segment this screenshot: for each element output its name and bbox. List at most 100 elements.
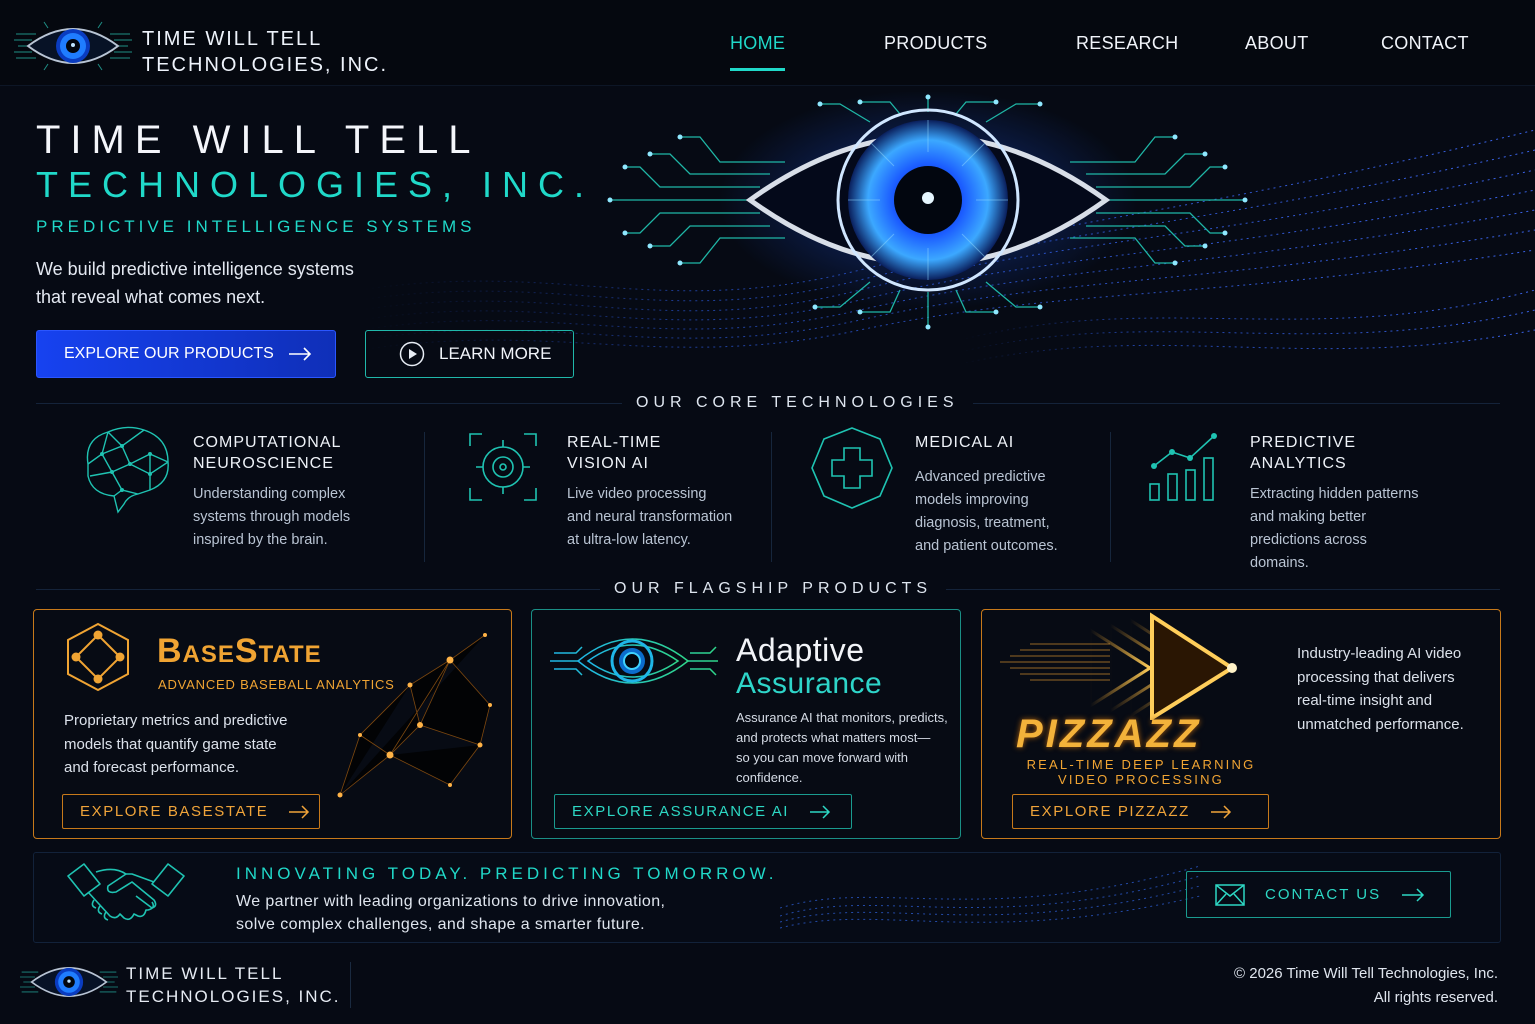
card-desc-line: confidence. (736, 770, 803, 785)
adaptive-logo-line-1: Adaptive (736, 632, 865, 668)
basestate-logo: BaseState (157, 632, 322, 670)
products-section-title: OUR FLAGSHIP PRODUCTS (600, 580, 947, 598)
card-desc-line: models that quantify game state (64, 735, 277, 753)
tech-title-line: VISION AI (567, 455, 649, 472)
nav-research[interactable]: RESEARCH (1076, 33, 1178, 54)
tech-divider (1110, 432, 1111, 562)
tech-desc-line: Understanding complex (193, 486, 346, 502)
tech-desc-line: at ultra-low latency. (567, 532, 691, 548)
footer-divider (350, 962, 351, 1008)
tech-desc-vision: Live video processing and neural transfo… (567, 483, 732, 552)
fast-forward-play-icon (1000, 612, 1237, 720)
explore-pizzazz-label: EXPLORE PIZZAZZ (1030, 803, 1190, 820)
pizzazz-subtitle-line-1: REAL-TIME DEEP LEARNING (1026, 757, 1256, 772)
tech-desc-medical: Advanced predictive models improving dia… (915, 466, 1058, 558)
handshake-icon (67, 863, 185, 921)
footer-copyright: © 2026 Time Will Tell Technologies, Inc.… (1234, 962, 1498, 1010)
band-title: INNOVATING TODAY. PREDICTING TOMORROW. (236, 864, 778, 883)
tech-title-neuroscience: COMPUTATIONAL NEUROSCIENCE (193, 432, 341, 474)
hero-tagline: PREDICTIVE INTELLIGENCE SYSTEMS (36, 217, 476, 236)
pizzazz-subtitle-line-2: VIDEO PROCESSING (1058, 772, 1224, 787)
nav-home[interactable]: HOME (730, 33, 785, 54)
mail-icon (1215, 883, 1245, 906)
tech-desc-line: domains. (1250, 555, 1309, 571)
arrow-right-icon (1210, 804, 1231, 819)
explore-products-label: EXPLORE OUR PRODUCTS (64, 345, 274, 362)
hero-title-line-2: TECHNOLOGIES, INC. (36, 164, 595, 205)
hero-description-line-2: that reveal what comes next. (36, 287, 266, 307)
learn-more-label: LEARN MORE (439, 344, 552, 363)
tech-title-vision: REAL-TIME VISION AI (567, 432, 661, 474)
target-icon (469, 433, 537, 501)
brand-line-2: TECHNOLOGIES, INC. (142, 54, 389, 76)
footer-brand-line-1: TIME WILL TELL (126, 964, 284, 983)
tech-desc-line: systems through models (193, 509, 351, 525)
tech-desc-line: Advanced predictive (915, 469, 1046, 485)
company-logo[interactable] (14, 16, 132, 81)
explore-assurance-button[interactable]: EXPLORE ASSURANCE AI (554, 794, 852, 829)
hero-description-line-1: We build predictive intelligence systems (36, 259, 354, 279)
hero-title-line-1: TIME WILL TELL (36, 118, 481, 162)
tech-title-line: PREDICTIVE (1250, 434, 1357, 451)
nav-products[interactable]: PRODUCTS (884, 33, 987, 54)
band-description: We partner with leading organizations to… (236, 890, 665, 936)
tech-desc-line: and neural transformation (567, 509, 733, 525)
tech-desc-line: and patient outcomes. (915, 538, 1058, 554)
learn-more-button[interactable]: LEARN MORE (365, 330, 574, 378)
nav-about[interactable]: ABOUT (1245, 33, 1309, 54)
tech-desc-line: and making better (1250, 509, 1367, 525)
core-section-title: OUR CORE TECHNOLOGIES (622, 394, 973, 412)
card-desc-line: processing that delivers (1297, 668, 1455, 686)
eye-logo-icon (14, 21, 132, 71)
tech-title-medical: MEDICAL AI (915, 434, 1015, 451)
pizzazz-subtitle: REAL-TIME DEEP LEARNING VIDEO PROCESSING (1016, 757, 1266, 787)
band-particle-waves (780, 865, 1200, 929)
card-desc-line: and forecast performance. (64, 759, 240, 776)
adaptive-description: Assurance AI that monitors, predicts, an… (736, 708, 948, 788)
explore-basestate-button[interactable]: EXPLORE BASESTATE (62, 794, 320, 829)
active-nav-indicator (730, 68, 785, 71)
footer-eye-logo-icon (20, 967, 118, 997)
hero-eye-illustration (607, 92, 1248, 330)
card-desc-line: Proprietary metrics and predictive (64, 712, 288, 729)
tech-desc-line: Live video processing (567, 486, 707, 502)
explore-basestate-label: EXPLORE BASESTATE (80, 803, 269, 820)
contact-us-label: CONTACT US (1265, 886, 1382, 903)
tech-desc-neuroscience: Understanding complex systems through mo… (193, 483, 350, 552)
card-desc-line: so you can move forward with (736, 750, 908, 765)
contact-us-button[interactable]: CONTACT US (1186, 871, 1451, 918)
constellation-graphic (337, 633, 492, 798)
bar-chart-icon (1149, 433, 1217, 501)
arrow-right-icon (289, 804, 310, 819)
tech-desc-line: predictions across (1250, 532, 1367, 548)
pizzazz-logo: PIZZAZZ (1016, 712, 1202, 756)
tech-divider (771, 432, 772, 562)
tech-title-line: NEUROSCIENCE (193, 455, 334, 472)
band-description-line-1: We partner with leading organizations to… (236, 893, 666, 910)
play-circle-icon (399, 341, 425, 367)
baseball-diamond-icon (67, 622, 129, 692)
basestate-subtitle: ADVANCED BASEBALL ANALYTICS (158, 677, 395, 692)
rights-text: All rights reserved. (1373, 989, 1498, 1006)
brand-name[interactable]: TIME WILL TELL TECHNOLOGIES, INC. (142, 26, 388, 78)
card-desc-line: Industry-leading AI video (1297, 645, 1462, 662)
card-desc-line: and protects what matters most— (736, 730, 931, 745)
medical-cross-icon (811, 427, 893, 509)
explore-products-button[interactable]: EXPLORE OUR PRODUCTS (36, 330, 336, 378)
tech-title-analytics: PREDICTIVE ANALYTICS (1250, 432, 1356, 474)
card-desc-line: real-time insight and (1297, 692, 1433, 709)
explore-pizzazz-button[interactable]: EXPLORE PIZZAZZ (1012, 794, 1269, 829)
pizzazz-description: Industry-leading AI video processing tha… (1297, 642, 1464, 736)
arrow-right-icon (288, 347, 311, 361)
tech-desc-line: models improving (915, 492, 1029, 508)
tech-desc-line: Extracting hidden patterns (1250, 486, 1419, 502)
nav-contact[interactable]: CONTACT (1381, 33, 1469, 54)
footer-brand[interactable]: TIME WILL TELL TECHNOLOGIES, INC. (126, 962, 341, 1008)
adaptive-logo-line-2: Assurance (736, 667, 883, 700)
band-description-line-2: solve complex challenges, and shape a sm… (236, 916, 645, 933)
arrow-right-icon (1402, 887, 1425, 902)
tech-desc-line: diagnosis, treatment, (915, 515, 1050, 531)
brand-line-1: TIME WILL TELL (142, 28, 323, 50)
tech-title-line: ANALYTICS (1250, 455, 1347, 472)
tech-title-line: COMPUTATIONAL (193, 434, 342, 451)
